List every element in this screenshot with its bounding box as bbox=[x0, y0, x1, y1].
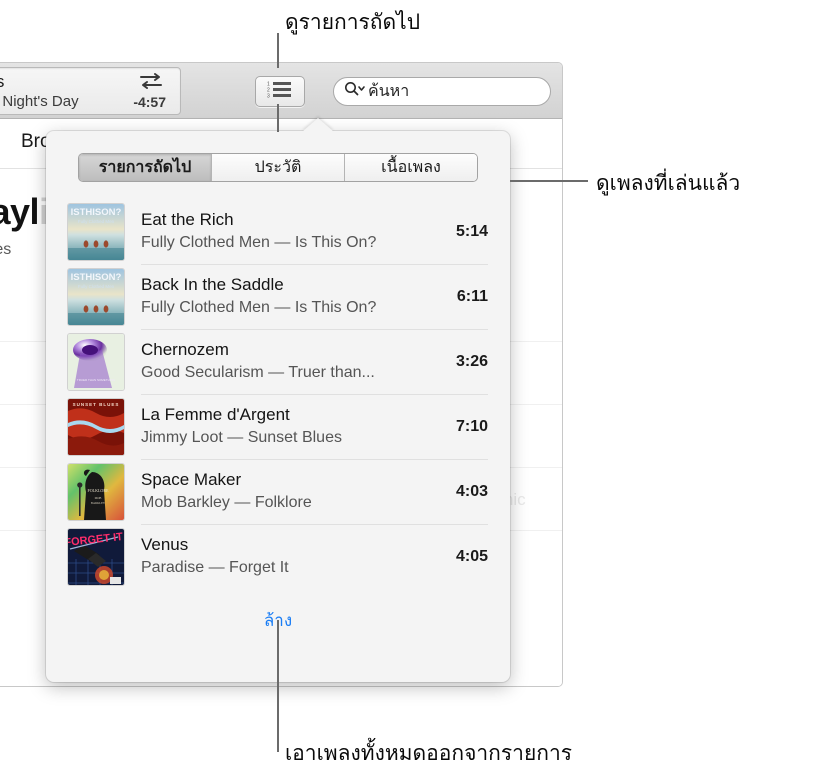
track-subtitle: Good Secularism — Truer than... bbox=[141, 364, 375, 382]
track-subtitle: Jimmy Loot — Sunset Blues bbox=[141, 429, 342, 447]
remaining-time: -4:57 bbox=[133, 94, 166, 110]
popover-tabs: รายการถัดไป ประวัติ เนื้อเพลง bbox=[78, 153, 478, 182]
album-art-folklore: FOLKLORE MOB BARKLEY bbox=[68, 463, 124, 520]
svg-text:3: 3 bbox=[267, 94, 270, 99]
list-item[interactable]: FOLKLORE MOB BARKLEY Space Maker Mob Bar… bbox=[46, 459, 510, 524]
track-info: Venus Paradise — Forget It bbox=[124, 534, 456, 579]
screenshot-root: Hells Bells — An Easy Night's Day -4:57 … bbox=[0, 0, 825, 777]
track-title: Space Maker bbox=[141, 470, 242, 490]
track-duration: 3:26 bbox=[455, 352, 488, 370]
list-item[interactable]: ISTHISON? Fully Clothed Men Eat the Rich… bbox=[46, 199, 510, 264]
track-title: La Femme d'Argent bbox=[141, 405, 290, 425]
callout-leader-line-top-lower bbox=[277, 104, 279, 132]
svg-text:TRUER THAN SOMETHING: TRUER THAN SOMETHING bbox=[77, 378, 116, 382]
tab-lyrics[interactable]: เนื้อเพลง bbox=[345, 154, 477, 181]
track-title: Venus bbox=[141, 535, 189, 555]
track-subtitle: Mob Barkley — Folklore bbox=[141, 494, 312, 512]
album-art-isthison: ISTHISON? Fully Clothed Men bbox=[68, 203, 124, 260]
svg-text:BARKLEY: BARKLEY bbox=[91, 501, 106, 505]
svg-text:SUNSET BLUES: SUNSET BLUES bbox=[73, 402, 120, 407]
search-placeholder: ค้นหา bbox=[368, 83, 410, 100]
up-next-popover: รายการถัดไป ประวัติ เนื้อเพลง ISTHISON? … bbox=[46, 118, 510, 682]
list-item[interactable]: ISTHISON? Fully Clothed Men Back In the … bbox=[46, 264, 510, 329]
track-title: Chernozem bbox=[141, 340, 229, 360]
svg-text:ISTHISON?: ISTHISON? bbox=[71, 272, 122, 283]
album-art-sunsetblues: SUNSET BLUES bbox=[68, 398, 124, 455]
popover-arrow bbox=[302, 118, 334, 132]
search-icon bbox=[344, 81, 366, 102]
up-next-list: ISTHISON? Fully Clothed Men Eat the Rich… bbox=[46, 199, 510, 589]
track-duration: 4:03 bbox=[455, 482, 488, 500]
now-playing-title: Hells Bells bbox=[0, 72, 4, 92]
svg-text:ISTHISON?: ISTHISON? bbox=[71, 207, 122, 218]
callout-leader-line-bottom bbox=[277, 620, 279, 752]
list-item[interactable]: SUNSET BLUES La Femme d'Argent Jimmy Loo… bbox=[46, 394, 510, 459]
track-duration: 4:05 bbox=[455, 547, 488, 565]
album-art-chernozem: TRUER THAN SOMETHING bbox=[68, 333, 124, 390]
track-title: Back In the Saddle bbox=[141, 275, 284, 295]
track-subtitle: Fully Clothed Men — Is This On? bbox=[141, 234, 377, 252]
track-info: Chernozem Good Secularism — Truer than..… bbox=[124, 339, 456, 384]
track-subtitle: Paradise — Forget It bbox=[141, 559, 289, 577]
track-duration: 6:11 bbox=[456, 287, 488, 305]
svg-text:Fully Clothed Men: Fully Clothed Men bbox=[78, 284, 115, 289]
track-info: Eat the Rich Fully Clothed Men — Is This… bbox=[124, 209, 456, 254]
tab-history[interactable]: ประวัติ bbox=[212, 154, 345, 181]
up-next-queue-button[interactable]: 1 2 3 bbox=[255, 76, 305, 107]
search-input[interactable]: ค้นหา bbox=[333, 77, 551, 106]
callout-leader-line-right bbox=[510, 180, 588, 182]
svg-text:Fully Clothed Men: Fully Clothed Men bbox=[78, 219, 115, 224]
now-playing-subtitle: — An Easy Night's Day bbox=[0, 93, 79, 110]
player-toolbar: Hells Bells — An Easy Night's Day -4:57 … bbox=[0, 63, 562, 119]
numbered-list-icon: 1 2 3 bbox=[267, 80, 293, 103]
track-info: Space Maker Mob Barkley — Folklore bbox=[124, 469, 456, 514]
album-art-isthison: ISTHISON? Fully Clothed Men bbox=[68, 268, 124, 325]
page-title-text: layl bbox=[0, 191, 40, 232]
list-item[interactable]: FORGET IT Venus Paradise — Forget It 4:0… bbox=[46, 524, 510, 589]
now-playing-display[interactable]: Hells Bells — An Easy Night's Day -4:57 bbox=[0, 67, 181, 115]
svg-text:MOB: MOB bbox=[95, 496, 102, 500]
tab-up-next[interactable]: รายการถัดไป bbox=[79, 154, 212, 181]
repeat-icon[interactable] bbox=[138, 72, 164, 90]
callout-label-up-next: ดูรายการถัดไป bbox=[285, 11, 421, 34]
callout-leader-line-top bbox=[277, 33, 279, 68]
track-info: Back In the Saddle Fully Clothed Men — I… bbox=[124, 274, 457, 319]
album-art-forgetit: FORGET IT bbox=[68, 528, 124, 585]
svg-text:FOLKLORE: FOLKLORE bbox=[88, 488, 109, 493]
track-duration: 7:10 bbox=[455, 417, 488, 435]
track-info: La Femme d'Argent Jimmy Loot — Sunset Bl… bbox=[124, 404, 456, 449]
track-subtitle: Fully Clothed Men — Is This On? bbox=[141, 299, 377, 317]
callout-label-history: ดูเพลงที่เล่นแล้ว bbox=[596, 172, 741, 195]
playlist-meta: utes bbox=[0, 241, 12, 258]
list-item[interactable]: TRUER THAN SOMETHING Chernozem Good Secu… bbox=[46, 329, 510, 394]
track-title: Eat the Rich bbox=[141, 210, 234, 230]
callout-label-clear: เอาเพลงทั้งหมดออกจากรายการ bbox=[285, 742, 573, 765]
track-duration: 5:14 bbox=[455, 222, 488, 240]
